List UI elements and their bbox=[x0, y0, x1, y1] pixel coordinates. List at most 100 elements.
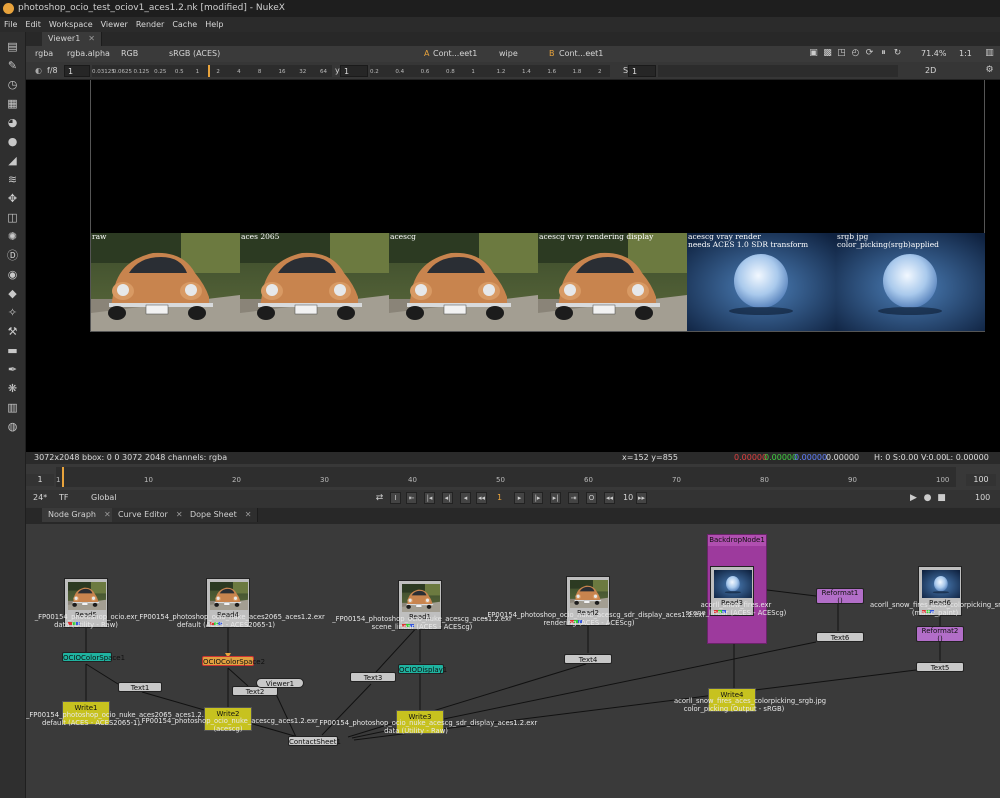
sync-icon[interactable]: ⟳ bbox=[864, 48, 875, 59]
roi-icon[interactable]: ▣ bbox=[808, 48, 819, 59]
draw-icon[interactable]: ✎ bbox=[5, 58, 20, 73]
menu-workspace[interactable]: Workspace bbox=[45, 17, 97, 32]
menu-help[interactable]: Help bbox=[201, 17, 227, 32]
timeline-start[interactable]: 1 bbox=[26, 474, 54, 486]
wipe-dropdown[interactable]: wipe bbox=[496, 48, 521, 60]
views-icon[interactable]: ◉ bbox=[5, 267, 20, 282]
transform-icon[interactable]: ✥ bbox=[5, 191, 20, 206]
filter-icon[interactable]: ● bbox=[5, 134, 20, 149]
toolsets-icon[interactable]: ✧ bbox=[5, 305, 20, 320]
cache-icon[interactable]: ■ bbox=[936, 493, 947, 504]
viewer-area[interactable]: raw aces 2065 acescg acescg vray renderi… bbox=[26, 80, 1000, 452]
text6-node[interactable]: Text6 bbox=[816, 632, 864, 642]
skip-back-button[interactable]: ◂◂ bbox=[604, 492, 615, 504]
overlay-icon[interactable]: ◳ bbox=[836, 48, 847, 59]
skip-forward-button[interactable]: ▸▸ bbox=[636, 492, 647, 504]
end-frame-field[interactable]: 100 bbox=[972, 492, 993, 504]
range-dropdown[interactable]: Global bbox=[88, 492, 120, 504]
3d-icon[interactable]: ◫ bbox=[5, 210, 20, 225]
loop-icon[interactable]: ⇄ bbox=[374, 493, 385, 504]
close-icon[interactable]: ✕ bbox=[245, 510, 252, 519]
colorspace-dropdown[interactable]: RGB bbox=[118, 48, 141, 60]
step-back-button[interactable]: ◂| bbox=[442, 492, 453, 504]
close-icon[interactable]: ✕ bbox=[176, 510, 183, 519]
image-icon[interactable]: ▤ bbox=[5, 39, 20, 54]
furnace-icon[interactable]: ▬ bbox=[5, 343, 20, 358]
play-button[interactable]: ▸ bbox=[514, 492, 525, 504]
time-icon[interactable]: ◷ bbox=[5, 77, 20, 92]
gamma-slider[interactable]: 0.2 0.4 0.6 0.8 1 1.2 1.4 1.6 1.8 2 bbox=[370, 65, 610, 77]
proxy-icon[interactable]: ◴ bbox=[850, 48, 861, 59]
input-b-dropdown[interactable]: Cont...eet1 bbox=[556, 48, 606, 60]
menu-cache[interactable]: Cache bbox=[168, 17, 201, 32]
step-forward-button[interactable]: |▸ bbox=[532, 492, 543, 504]
contactsheet1-node[interactable]: ContactSheet1 bbox=[288, 736, 341, 746]
last-frame-button[interactable]: ⇥ bbox=[568, 492, 579, 504]
close-icon[interactable]: ✕ bbox=[104, 510, 111, 519]
zoom-dropdown[interactable]: 71.4% bbox=[918, 48, 949, 60]
timeline-ruler[interactable]: 1 10 20 30 40 50 60 70 80 90 100 bbox=[56, 467, 956, 487]
deep-icon[interactable]: Ⓓ bbox=[5, 248, 20, 263]
timeline[interactable]: 1 1 10 20 30 40 50 60 70 80 90 100 100 bbox=[26, 464, 1000, 490]
text5-node[interactable]: Text5 bbox=[916, 662, 964, 672]
saturation-slider[interactable] bbox=[658, 65, 898, 77]
menu-viewer[interactable]: Viewer bbox=[97, 17, 132, 32]
ociocolorspace2-node[interactable]: OCIOColorSpace2 bbox=[202, 656, 265, 666]
metadata-icon[interactable]: ◆ bbox=[5, 286, 20, 301]
s-field[interactable]: 1 bbox=[628, 65, 656, 77]
viewer1-node[interactable]: Viewer1 bbox=[256, 678, 304, 688]
pause-icon[interactable]: ⏸ bbox=[878, 48, 889, 59]
view-mode-dropdown[interactable]: 2D bbox=[922, 65, 939, 77]
settings-icon[interactable]: ⚙ bbox=[984, 65, 995, 76]
channel-icon[interactable]: ▦ bbox=[5, 96, 20, 111]
ociocolorspace1-node[interactable]: OCIOColorSpace1 bbox=[62, 652, 125, 662]
ofx-icon[interactable]: ✒ bbox=[5, 362, 20, 377]
reformat2-node[interactable]: Reformat2 () bbox=[916, 626, 964, 643]
merge-icon[interactable]: ≋ bbox=[5, 172, 20, 187]
tab-viewer1[interactable]: Viewer1 ✕ bbox=[42, 32, 102, 46]
plugins-icon[interactable]: ❋ bbox=[5, 381, 20, 396]
clip-icon[interactable]: ▩ bbox=[822, 48, 833, 59]
color-icon[interactable]: ◕ bbox=[5, 115, 20, 130]
menu-file[interactable]: File bbox=[0, 17, 21, 32]
record-icon[interactable]: ● bbox=[922, 493, 933, 504]
play-back-button[interactable]: ◂ bbox=[460, 492, 471, 504]
keyer-icon[interactable]: ◢ bbox=[5, 153, 20, 168]
alpha-dropdown[interactable]: rgba.alpha bbox=[64, 48, 113, 60]
timeline-end[interactable]: 100 bbox=[966, 474, 996, 486]
refresh-icon[interactable]: ↻ bbox=[892, 48, 903, 59]
reformat1-node[interactable]: Reformat1 () bbox=[816, 588, 864, 605]
ociodisplay1-node[interactable]: OCIODisplay1 bbox=[398, 664, 447, 674]
out-point-button[interactable]: O bbox=[586, 492, 597, 504]
next-key-button[interactable]: ▸| bbox=[550, 492, 561, 504]
text3-node[interactable]: Text3 bbox=[350, 672, 396, 682]
tab-curve-editor[interactable]: Curve Editor ✕ bbox=[112, 508, 190, 522]
close-icon[interactable]: ✕ bbox=[88, 34, 95, 43]
node-graph[interactable]: BackdropNode1 Read5 _FP00154_photoshop_o… bbox=[26, 524, 1000, 798]
first-frame-button[interactable]: ⇤ bbox=[406, 492, 417, 504]
layout-icon[interactable]: ▥ bbox=[984, 48, 995, 59]
text4-node[interactable]: Text4 bbox=[564, 654, 612, 664]
tab-node-graph[interactable]: Node Graph ✕ bbox=[42, 508, 118, 522]
cara-icon[interactable]: ▥ bbox=[5, 400, 20, 415]
fps-dropdown[interactable]: 24* bbox=[30, 492, 50, 504]
other-icon[interactable]: ⚒ bbox=[5, 324, 20, 339]
gain-field[interactable]: 1 bbox=[64, 65, 90, 77]
prev-frame-button[interactable]: ◂◂ bbox=[476, 492, 487, 504]
channels-dropdown[interactable]: rgba bbox=[32, 48, 56, 60]
tf-dropdown[interactable]: TF bbox=[56, 492, 72, 504]
sphere-icon[interactable]: ◍ bbox=[5, 419, 20, 434]
tab-dope-sheet[interactable]: Dope Sheet ✕ bbox=[184, 508, 259, 522]
gain-slider[interactable]: 0.03125 0.0625 0.125 0.25 0.5 1 2 4 8 16 32 64 bbox=[92, 65, 332, 77]
menu-edit[interactable]: Edit bbox=[21, 17, 45, 32]
particles-icon[interactable]: ✺ bbox=[5, 229, 20, 244]
in-point-button[interactable]: I bbox=[390, 492, 401, 504]
flipbook-icon[interactable]: ▶ bbox=[908, 493, 919, 504]
input-a-dropdown[interactable]: Cont...eet1 bbox=[430, 48, 480, 60]
menu-render[interactable]: Render bbox=[132, 17, 168, 32]
skip-step[interactable]: 10 bbox=[620, 492, 636, 504]
current-frame[interactable]: 1 bbox=[494, 492, 505, 504]
text1-node[interactable]: Text1 bbox=[118, 682, 162, 692]
y-field[interactable]: 1 bbox=[340, 65, 368, 77]
proxy-dropdown[interactable]: 1:1 bbox=[956, 48, 975, 60]
